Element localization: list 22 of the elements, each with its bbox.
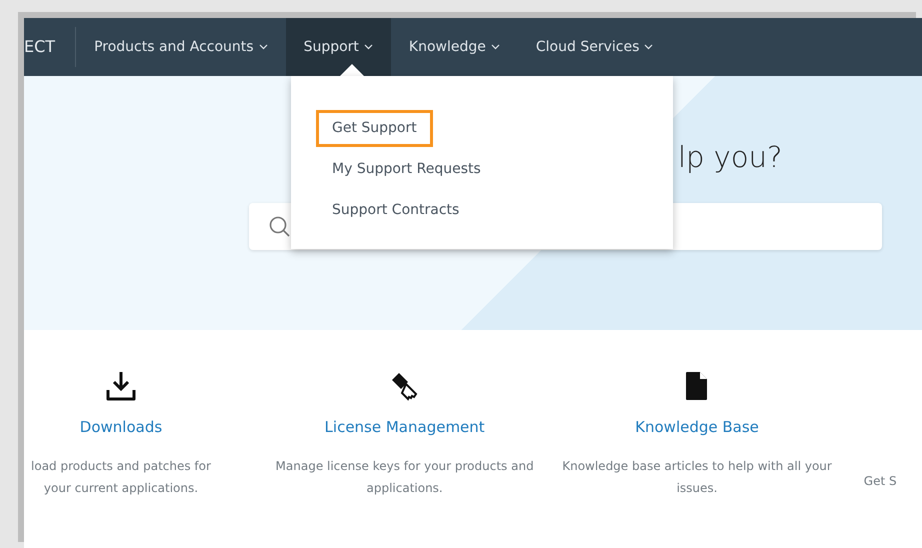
menu-item[interactable]: My Support Requests bbox=[316, 151, 497, 188]
hero-heading: lp you? bbox=[678, 139, 782, 176]
nav-item[interactable]: Support bbox=[286, 18, 391, 76]
card-description: load products and patches for your current applications. bbox=[30, 458, 212, 496]
card-title-link[interactable]: Knowledge Base bbox=[635, 416, 759, 438]
search-icon bbox=[269, 216, 291, 238]
menu-item[interactable]: Get Support bbox=[316, 110, 433, 147]
nav-item[interactable]: Cloud Services bbox=[518, 18, 672, 76]
nav-item[interactable]: Products and Accounts bbox=[76, 18, 286, 76]
menu-item[interactable]: Support Contracts bbox=[316, 192, 476, 229]
brand-name[interactable]: ECT bbox=[24, 27, 76, 67]
card-description: Knowledge base articles to help with all your issues. bbox=[561, 458, 833, 496]
card-description: Get S bbox=[864, 473, 897, 490]
download-icon bbox=[104, 370, 137, 402]
card-title-link[interactable]: License Management bbox=[324, 416, 485, 438]
chevron-icon bbox=[258, 44, 268, 50]
card-title-link[interactable]: Downloads bbox=[80, 416, 162, 438]
chevron-icon bbox=[490, 44, 500, 50]
chevron-icon bbox=[644, 44, 654, 50]
chevron-icon bbox=[364, 44, 373, 50]
card-description: Manage license keys for your products and applications. bbox=[274, 458, 535, 496]
nav-item[interactable]: Knowledge bbox=[390, 18, 518, 76]
